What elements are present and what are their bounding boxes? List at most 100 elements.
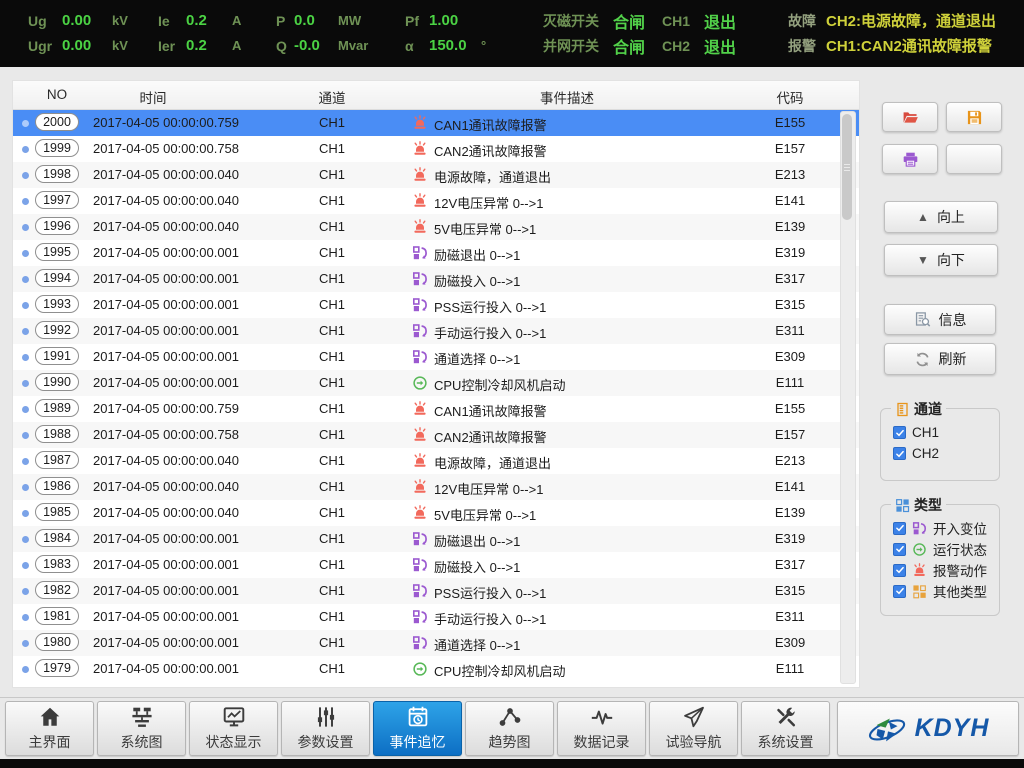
- nav-system-diagram[interactable]: 系统图: [97, 701, 186, 756]
- event-row[interactable]: 19822017-04-05 00:00:00.001CH1PSS运行投入 0-…: [13, 578, 859, 604]
- alarm-icon: [412, 193, 428, 209]
- event-code: E155: [757, 401, 823, 416]
- kdyh-logo-icon: [867, 712, 909, 746]
- event-row[interactable]: 19962017-04-05 00:00:00.040CH15V电压异常 0--…: [13, 214, 859, 240]
- table-scrollbar-track[interactable]: [840, 111, 856, 684]
- event-row[interactable]: 19792017-04-05 00:00:00.001CH1CPU控制冷却风机启…: [13, 656, 859, 682]
- event-row[interactable]: 19802017-04-05 00:00:00.001CH1通道选择 0-->1…: [13, 630, 859, 656]
- event-time: 2017-04-05 00:00:00.040: [93, 167, 239, 182]
- nav-param-settings[interactable]: 参数设置: [281, 701, 370, 756]
- data-record-icon: [590, 705, 614, 729]
- event-row[interactable]: 19902017-04-05 00:00:00.001CH1CPU控制冷却风机启…: [13, 370, 859, 396]
- checkbox-icon[interactable]: [893, 522, 906, 535]
- event-recall-icon: [406, 705, 430, 729]
- event-row[interactable]: 19922017-04-05 00:00:00.001CH1手动运行投入 0--…: [13, 318, 859, 344]
- checkbox-icon[interactable]: [893, 426, 906, 439]
- meter-row: Ier0.2A: [158, 33, 241, 58]
- event-row[interactable]: 19812017-04-05 00:00:00.001CH1手动运行投入 0--…: [13, 604, 859, 630]
- row-bullet-icon: [22, 640, 29, 647]
- status-row: 灭磁开关合闸: [543, 8, 645, 33]
- status-row: CH1退出: [662, 8, 736, 33]
- event-description: 5V电压异常 0-->1: [434, 505, 536, 524]
- meter-unit: kV: [112, 13, 128, 28]
- checkbox-icon[interactable]: [893, 585, 906, 598]
- info-icon: [914, 311, 931, 328]
- refresh-button[interactable]: 刷新: [884, 343, 996, 375]
- event-no-badge: 1979: [35, 659, 79, 677]
- alarm-icon: [912, 563, 927, 578]
- event-channel: CH1: [305, 167, 359, 182]
- event-description: CAN2通讯故障报警: [434, 427, 547, 446]
- info-button[interactable]: 信息: [884, 304, 996, 335]
- checkbox-icon[interactable]: [893, 447, 906, 460]
- kdyh-logo-button[interactable]: KDYH: [837, 701, 1019, 756]
- nav-event-recall[interactable]: 事件追忆: [373, 701, 462, 756]
- status-channel-status: CH1退出CH2退出: [662, 8, 736, 58]
- scroll-down-button[interactable]: ▼ 向下: [884, 244, 998, 276]
- event-no-cell: 1988: [33, 425, 81, 443]
- status-value: 退出: [704, 34, 736, 58]
- status-display-icon: [222, 705, 246, 729]
- event-row[interactable]: 19942017-04-05 00:00:00.001CH1励磁投入 0-->1…: [13, 266, 859, 292]
- event-row[interactable]: 19852017-04-05 00:00:00.040CH15V电压异常 0--…: [13, 500, 859, 526]
- event-time: 2017-04-05 00:00:00.001: [93, 635, 239, 650]
- type-checkbox-0[interactable]: 开入变位: [893, 518, 987, 538]
- row-bullet-icon: [22, 302, 29, 309]
- alarm-icon: [412, 401, 428, 417]
- event-code: E111: [757, 375, 823, 390]
- input-change-icon: [412, 583, 428, 599]
- table-scrollbar-thumb[interactable]: [842, 114, 852, 220]
- checkbox-icon[interactable]: [893, 564, 906, 577]
- nav-trend-chart[interactable]: 趋势图: [465, 701, 554, 756]
- event-row[interactable]: 19882017-04-05 00:00:00.758CH1CAN2通讯故障报警…: [13, 422, 859, 448]
- blank-button[interactable]: [946, 144, 1002, 174]
- type-checkbox-1[interactable]: 运行状态: [893, 539, 987, 559]
- alert-label: 报警: [788, 36, 816, 56]
- scroll-up-button[interactable]: ▲ 向上: [884, 201, 998, 233]
- event-row[interactable]: 19842017-04-05 00:00:00.001CH1励磁退出 0-->1…: [13, 526, 859, 552]
- event-row[interactable]: 19862017-04-05 00:00:00.040CH112V电压异常 0-…: [13, 474, 859, 500]
- row-bullet-icon: [22, 198, 29, 205]
- event-row[interactable]: 19912017-04-05 00:00:00.001CH1通道选择 0-->1…: [13, 344, 859, 370]
- event-time: 2017-04-05 00:00:00.001: [93, 245, 239, 260]
- meter-row: α150.0°: [405, 33, 486, 58]
- nav-data-record[interactable]: 数据记录: [557, 701, 646, 756]
- event-no-badge: 1989: [35, 399, 79, 417]
- meter-label: Ug: [28, 13, 62, 29]
- event-row[interactable]: 19992017-04-05 00:00:00.758CH1CAN2通讯故障报警…: [13, 136, 859, 162]
- alarm-icon: [412, 167, 428, 183]
- save-button[interactable]: [946, 102, 1002, 132]
- input-change-icon: [412, 531, 428, 547]
- event-row[interactable]: 19932017-04-05 00:00:00.001CH1PSS运行投入 0-…: [13, 292, 859, 318]
- event-row[interactable]: 19982017-04-05 00:00:00.040CH1电源故障，通道退出E…: [13, 162, 859, 188]
- channel-checkbox-ch1[interactable]: CH1: [893, 425, 939, 440]
- event-no-cell: 1981: [33, 607, 81, 625]
- row-bullet-icon: [22, 250, 29, 257]
- event-row[interactable]: 19872017-04-05 00:00:00.040CH1电源故障，通道退出E…: [13, 448, 859, 474]
- meter-value: -0.0: [294, 37, 338, 54]
- event-table-header: NO时间通道事件描述代码: [13, 81, 859, 110]
- nav-system-settings[interactable]: 系统设置: [741, 701, 830, 756]
- meter-row: Pf1.00: [405, 8, 486, 33]
- type-checkbox-3[interactable]: 其他类型: [893, 581, 987, 601]
- event-row[interactable]: 20002017-04-05 00:00:00.759CH1CAN1通讯故障报警…: [13, 110, 859, 136]
- event-row[interactable]: 19972017-04-05 00:00:00.040CH112V电压异常 0-…: [13, 188, 859, 214]
- meter-row: P0.0MW: [276, 8, 368, 33]
- meter-label: Pf: [405, 13, 429, 29]
- event-row[interactable]: 19832017-04-05 00:00:00.001CH1励磁投入 0-->1…: [13, 552, 859, 578]
- print-button[interactable]: [882, 144, 938, 174]
- alarm-icon: [412, 219, 428, 235]
- open-file-button[interactable]: [882, 102, 938, 132]
- nav-main-screen[interactable]: 主界面: [5, 701, 94, 756]
- type-checkbox-2[interactable]: 报警动作: [893, 560, 987, 580]
- meter-unit: MW: [338, 13, 361, 28]
- checkbox-label: 其他类型: [933, 581, 987, 601]
- nav-status-display[interactable]: 状态显示: [189, 701, 278, 756]
- checkbox-label: CH2: [912, 446, 939, 461]
- channel-checkbox-ch2[interactable]: CH2: [893, 446, 939, 461]
- checkbox-icon[interactable]: [893, 543, 906, 556]
- event-row[interactable]: 19952017-04-05 00:00:00.001CH1励磁退出 0-->1…: [13, 240, 859, 266]
- event-row[interactable]: 19892017-04-05 00:00:00.759CH1CAN1通讯故障报警…: [13, 396, 859, 422]
- event-time: 2017-04-05 00:00:00.040: [93, 453, 239, 468]
- nav-test-navigation[interactable]: 试验导航: [649, 701, 738, 756]
